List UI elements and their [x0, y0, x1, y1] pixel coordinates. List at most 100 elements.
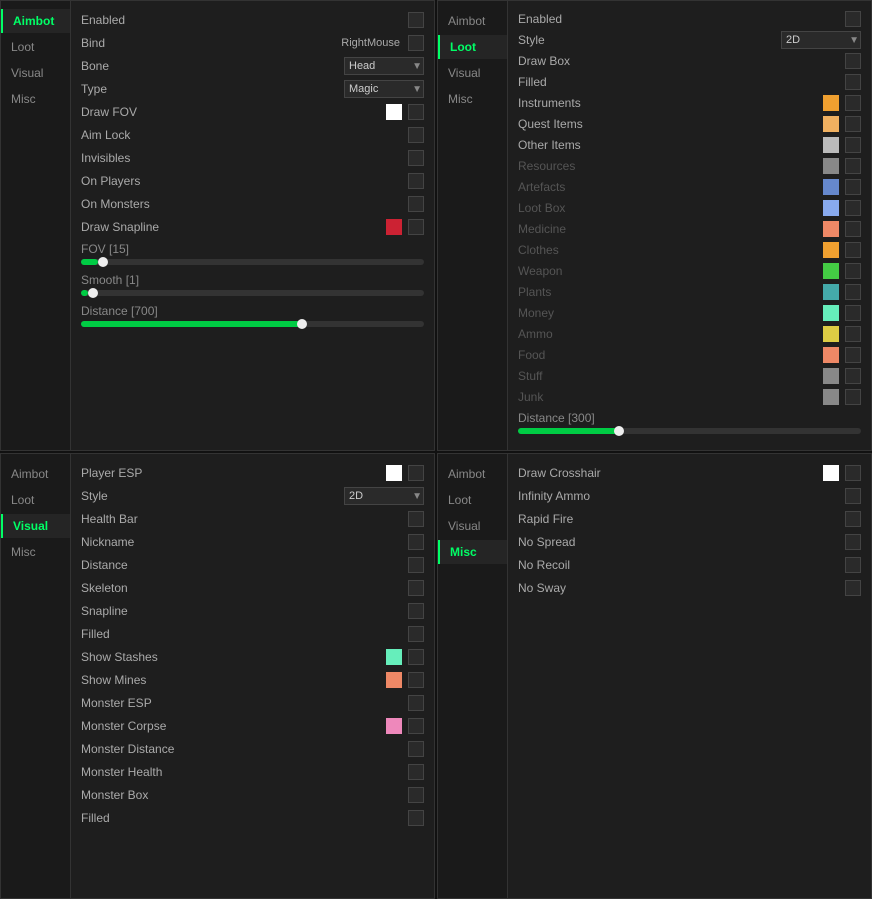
loot-artefacts-toggle[interactable] [845, 179, 861, 195]
aimbot-snapline-toggle[interactable] [408, 219, 424, 235]
aimbot-snapline-color[interactable] [386, 219, 402, 235]
visual-monsterhealth-toggle[interactable] [408, 764, 424, 780]
sidebar-item-visual-br[interactable]: Visual [438, 514, 507, 538]
sidebar-item-visual-tr[interactable]: Visual [438, 61, 507, 85]
distance-slider-track-tl[interactable] [81, 321, 424, 327]
visual-stashes-toggle[interactable] [408, 649, 424, 665]
loot-questitems-toggle[interactable] [845, 116, 861, 132]
aimbot-drawfov-toggle[interactable] [408, 104, 424, 120]
sidebar-item-aimbot-br[interactable]: Aimbot [438, 462, 507, 486]
loot-enabled-toggle[interactable] [845, 11, 861, 27]
sidebar-item-aimbot-tl[interactable]: Aimbot [1, 9, 70, 33]
loot-money-color[interactable] [823, 305, 839, 321]
sidebar-item-misc-tl[interactable]: Misc [1, 87, 70, 111]
loot-instruments-toggle[interactable] [845, 95, 861, 111]
loot-distance-slider-track[interactable] [518, 428, 861, 434]
visual-style-select[interactable]: 2D3D [344, 487, 424, 505]
loot-junk-row: Junk [518, 387, 861, 407]
loot-medicine-color[interactable] [823, 221, 839, 237]
loot-style-select[interactable]: 2D3D [781, 31, 861, 49]
loot-money-toggle[interactable] [845, 305, 861, 321]
aimbot-bone-select[interactable]: HeadNeckChest [344, 57, 424, 75]
visual-monsterbox-toggle[interactable] [408, 787, 424, 803]
visual-playeresp-toggle[interactable] [408, 465, 424, 481]
loot-weapon-color[interactable] [823, 263, 839, 279]
loot-stuff-toggle[interactable] [845, 368, 861, 384]
sidebar-item-visual-tl[interactable]: Visual [1, 61, 70, 85]
loot-plants-toggle[interactable] [845, 284, 861, 300]
loot-resources-toggle[interactable] [845, 158, 861, 174]
loot-instruments-color[interactable] [823, 95, 839, 111]
visual-nickname-toggle[interactable] [408, 534, 424, 550]
visual-monsteresp-toggle[interactable] [408, 695, 424, 711]
loot-artefacts-color[interactable] [823, 179, 839, 195]
misc-nospread-toggle[interactable] [845, 534, 861, 550]
visual-playeresp-label: Player ESP [81, 466, 386, 480]
visual-mines-color[interactable] [386, 672, 402, 688]
misc-infinityammo-toggle[interactable] [845, 488, 861, 504]
sidebar-item-misc-br[interactable]: Misc [438, 540, 507, 564]
loot-food-color[interactable] [823, 347, 839, 363]
loot-lootbox-toggle[interactable] [845, 200, 861, 216]
loot-clothes-color[interactable] [823, 242, 839, 258]
sidebar-item-aimbot-bl[interactable]: Aimbot [1, 462, 70, 486]
misc-norecoil-toggle[interactable] [845, 557, 861, 573]
loot-ammo-toggle[interactable] [845, 326, 861, 342]
fov-slider-thumb[interactable] [98, 257, 108, 267]
misc-nosway-toggle[interactable] [845, 580, 861, 596]
sidebar-item-loot-bl[interactable]: Loot [1, 488, 70, 512]
visual-monstercorpse-color[interactable] [386, 718, 402, 734]
loot-plants-color[interactable] [823, 284, 839, 300]
misc-crosshair-color[interactable] [823, 465, 839, 481]
aimbot-enabled-toggle[interactable] [408, 12, 424, 28]
aimbot-onplayers-toggle[interactable] [408, 173, 424, 189]
aimbot-invisibles-toggle[interactable] [408, 150, 424, 166]
loot-questitems-color[interactable] [823, 116, 839, 132]
loot-ammo-color[interactable] [823, 326, 839, 342]
visual-healthbar-toggle[interactable] [408, 511, 424, 527]
loot-drawbox-toggle[interactable] [845, 53, 861, 69]
visual-skeleton-toggle[interactable] [408, 580, 424, 596]
loot-medicine-toggle[interactable] [845, 221, 861, 237]
aimbot-bind-toggle[interactable] [408, 35, 424, 51]
loot-stuff-color[interactable] [823, 368, 839, 384]
aimbot-type-select[interactable]: MagicBulletBoth [344, 80, 424, 98]
misc-rapidfire-row: Rapid Fire [518, 508, 861, 530]
distance-slider-thumb-tl[interactable] [297, 319, 307, 329]
loot-otheritems-color[interactable] [823, 137, 839, 153]
loot-food-toggle[interactable] [845, 347, 861, 363]
visual-playeresp-color[interactable] [386, 465, 402, 481]
fov-slider-track[interactable] [81, 259, 424, 265]
sidebar-item-misc-tr[interactable]: Misc [438, 87, 507, 111]
aimbot-onmonsters-toggle[interactable] [408, 196, 424, 212]
visual-mines-toggle[interactable] [408, 672, 424, 688]
visual-monstercorpse-toggle[interactable] [408, 718, 424, 734]
loot-distance-slider-thumb[interactable] [614, 426, 624, 436]
loot-weapon-toggle[interactable] [845, 263, 861, 279]
smooth-slider-track[interactable] [81, 290, 424, 296]
loot-junk-toggle[interactable] [845, 389, 861, 405]
sidebar-item-visual-bl[interactable]: Visual [1, 514, 70, 538]
sidebar-item-loot-tr[interactable]: Loot [438, 35, 507, 59]
visual-distance-toggle[interactable] [408, 557, 424, 573]
sidebar-item-loot-tl[interactable]: Loot [1, 35, 70, 59]
loot-lootbox-color[interactable] [823, 200, 839, 216]
loot-filled-toggle[interactable] [845, 74, 861, 90]
smooth-slider-thumb[interactable] [88, 288, 98, 298]
visual-snapline-toggle[interactable] [408, 603, 424, 619]
visual-filled2-toggle[interactable] [408, 810, 424, 826]
misc-crosshair-toggle[interactable] [845, 465, 861, 481]
visual-filled-toggle[interactable] [408, 626, 424, 642]
loot-resources-color[interactable] [823, 158, 839, 174]
aimbot-drawfov-color[interactable] [386, 104, 402, 120]
aimbot-aimlock-toggle[interactable] [408, 127, 424, 143]
visual-stashes-color[interactable] [386, 649, 402, 665]
loot-otheritems-toggle[interactable] [845, 137, 861, 153]
loot-clothes-toggle[interactable] [845, 242, 861, 258]
sidebar-item-misc-bl[interactable]: Misc [1, 540, 70, 564]
visual-monsterdistance-toggle[interactable] [408, 741, 424, 757]
misc-rapidfire-toggle[interactable] [845, 511, 861, 527]
sidebar-item-aimbot-tr[interactable]: Aimbot [438, 9, 507, 33]
sidebar-item-loot-br[interactable]: Loot [438, 488, 507, 512]
loot-junk-color[interactable] [823, 389, 839, 405]
